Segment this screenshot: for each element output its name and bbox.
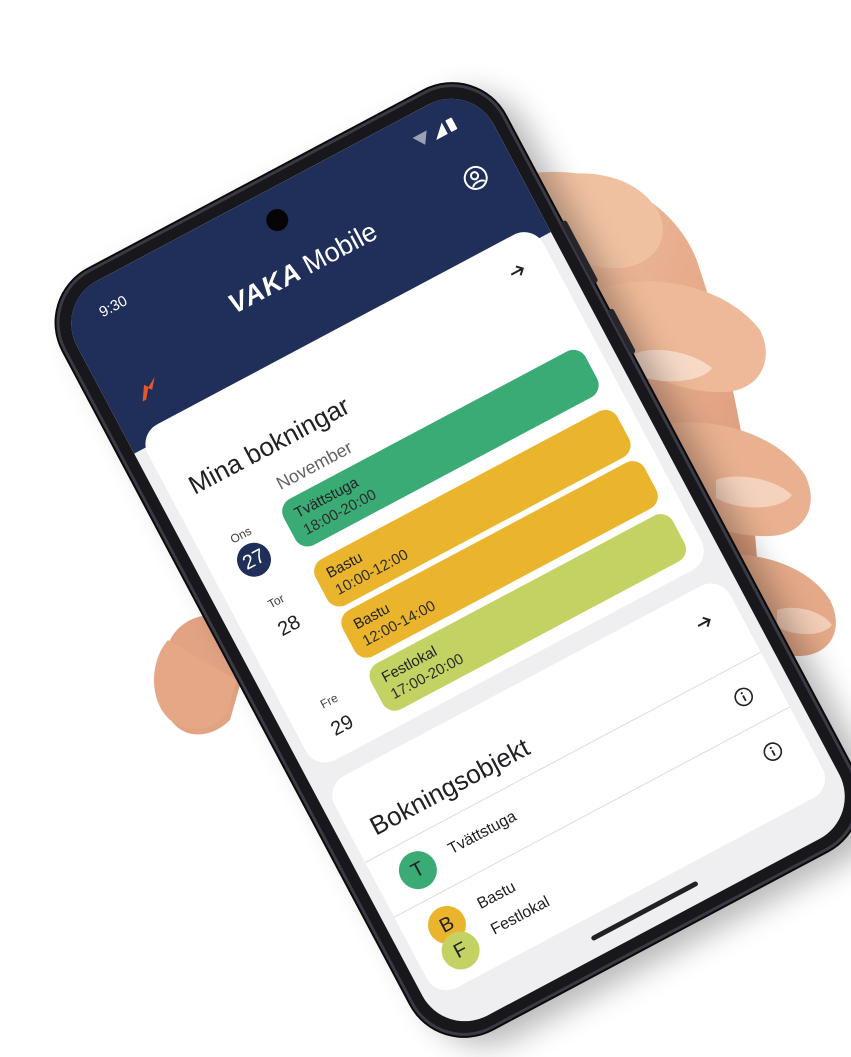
- vaka-logo-icon[interactable]: [132, 374, 164, 404]
- object-avatar: T: [392, 844, 444, 896]
- front-camera: [262, 205, 293, 235]
- brand-name: VAKA: [223, 256, 307, 320]
- arrow-right-icon[interactable]: [504, 258, 531, 285]
- arrow-right-icon[interactable]: [691, 609, 718, 636]
- day-wednesday[interactable]: Ons 27: [211, 515, 288, 589]
- object-name: Tvättstuga: [445, 807, 520, 859]
- day-number: 28: [274, 611, 305, 641]
- battery-icon: [445, 117, 458, 133]
- object-name: Bastu: [474, 878, 519, 913]
- day-number: 27: [231, 536, 277, 583]
- signal-icon: [430, 122, 448, 141]
- info-icon[interactable]: [759, 738, 786, 765]
- info-icon[interactable]: [730, 683, 757, 710]
- day-friday[interactable]: Fre 29: [299, 681, 376, 755]
- day-thursday[interactable]: Tor 28: [246, 581, 323, 655]
- day-number: 29: [327, 710, 358, 741]
- wifi-icon: [412, 130, 433, 149]
- product-name: Mobile: [297, 215, 383, 280]
- status-icons: [412, 117, 458, 149]
- status-time: 9:30: [96, 292, 131, 322]
